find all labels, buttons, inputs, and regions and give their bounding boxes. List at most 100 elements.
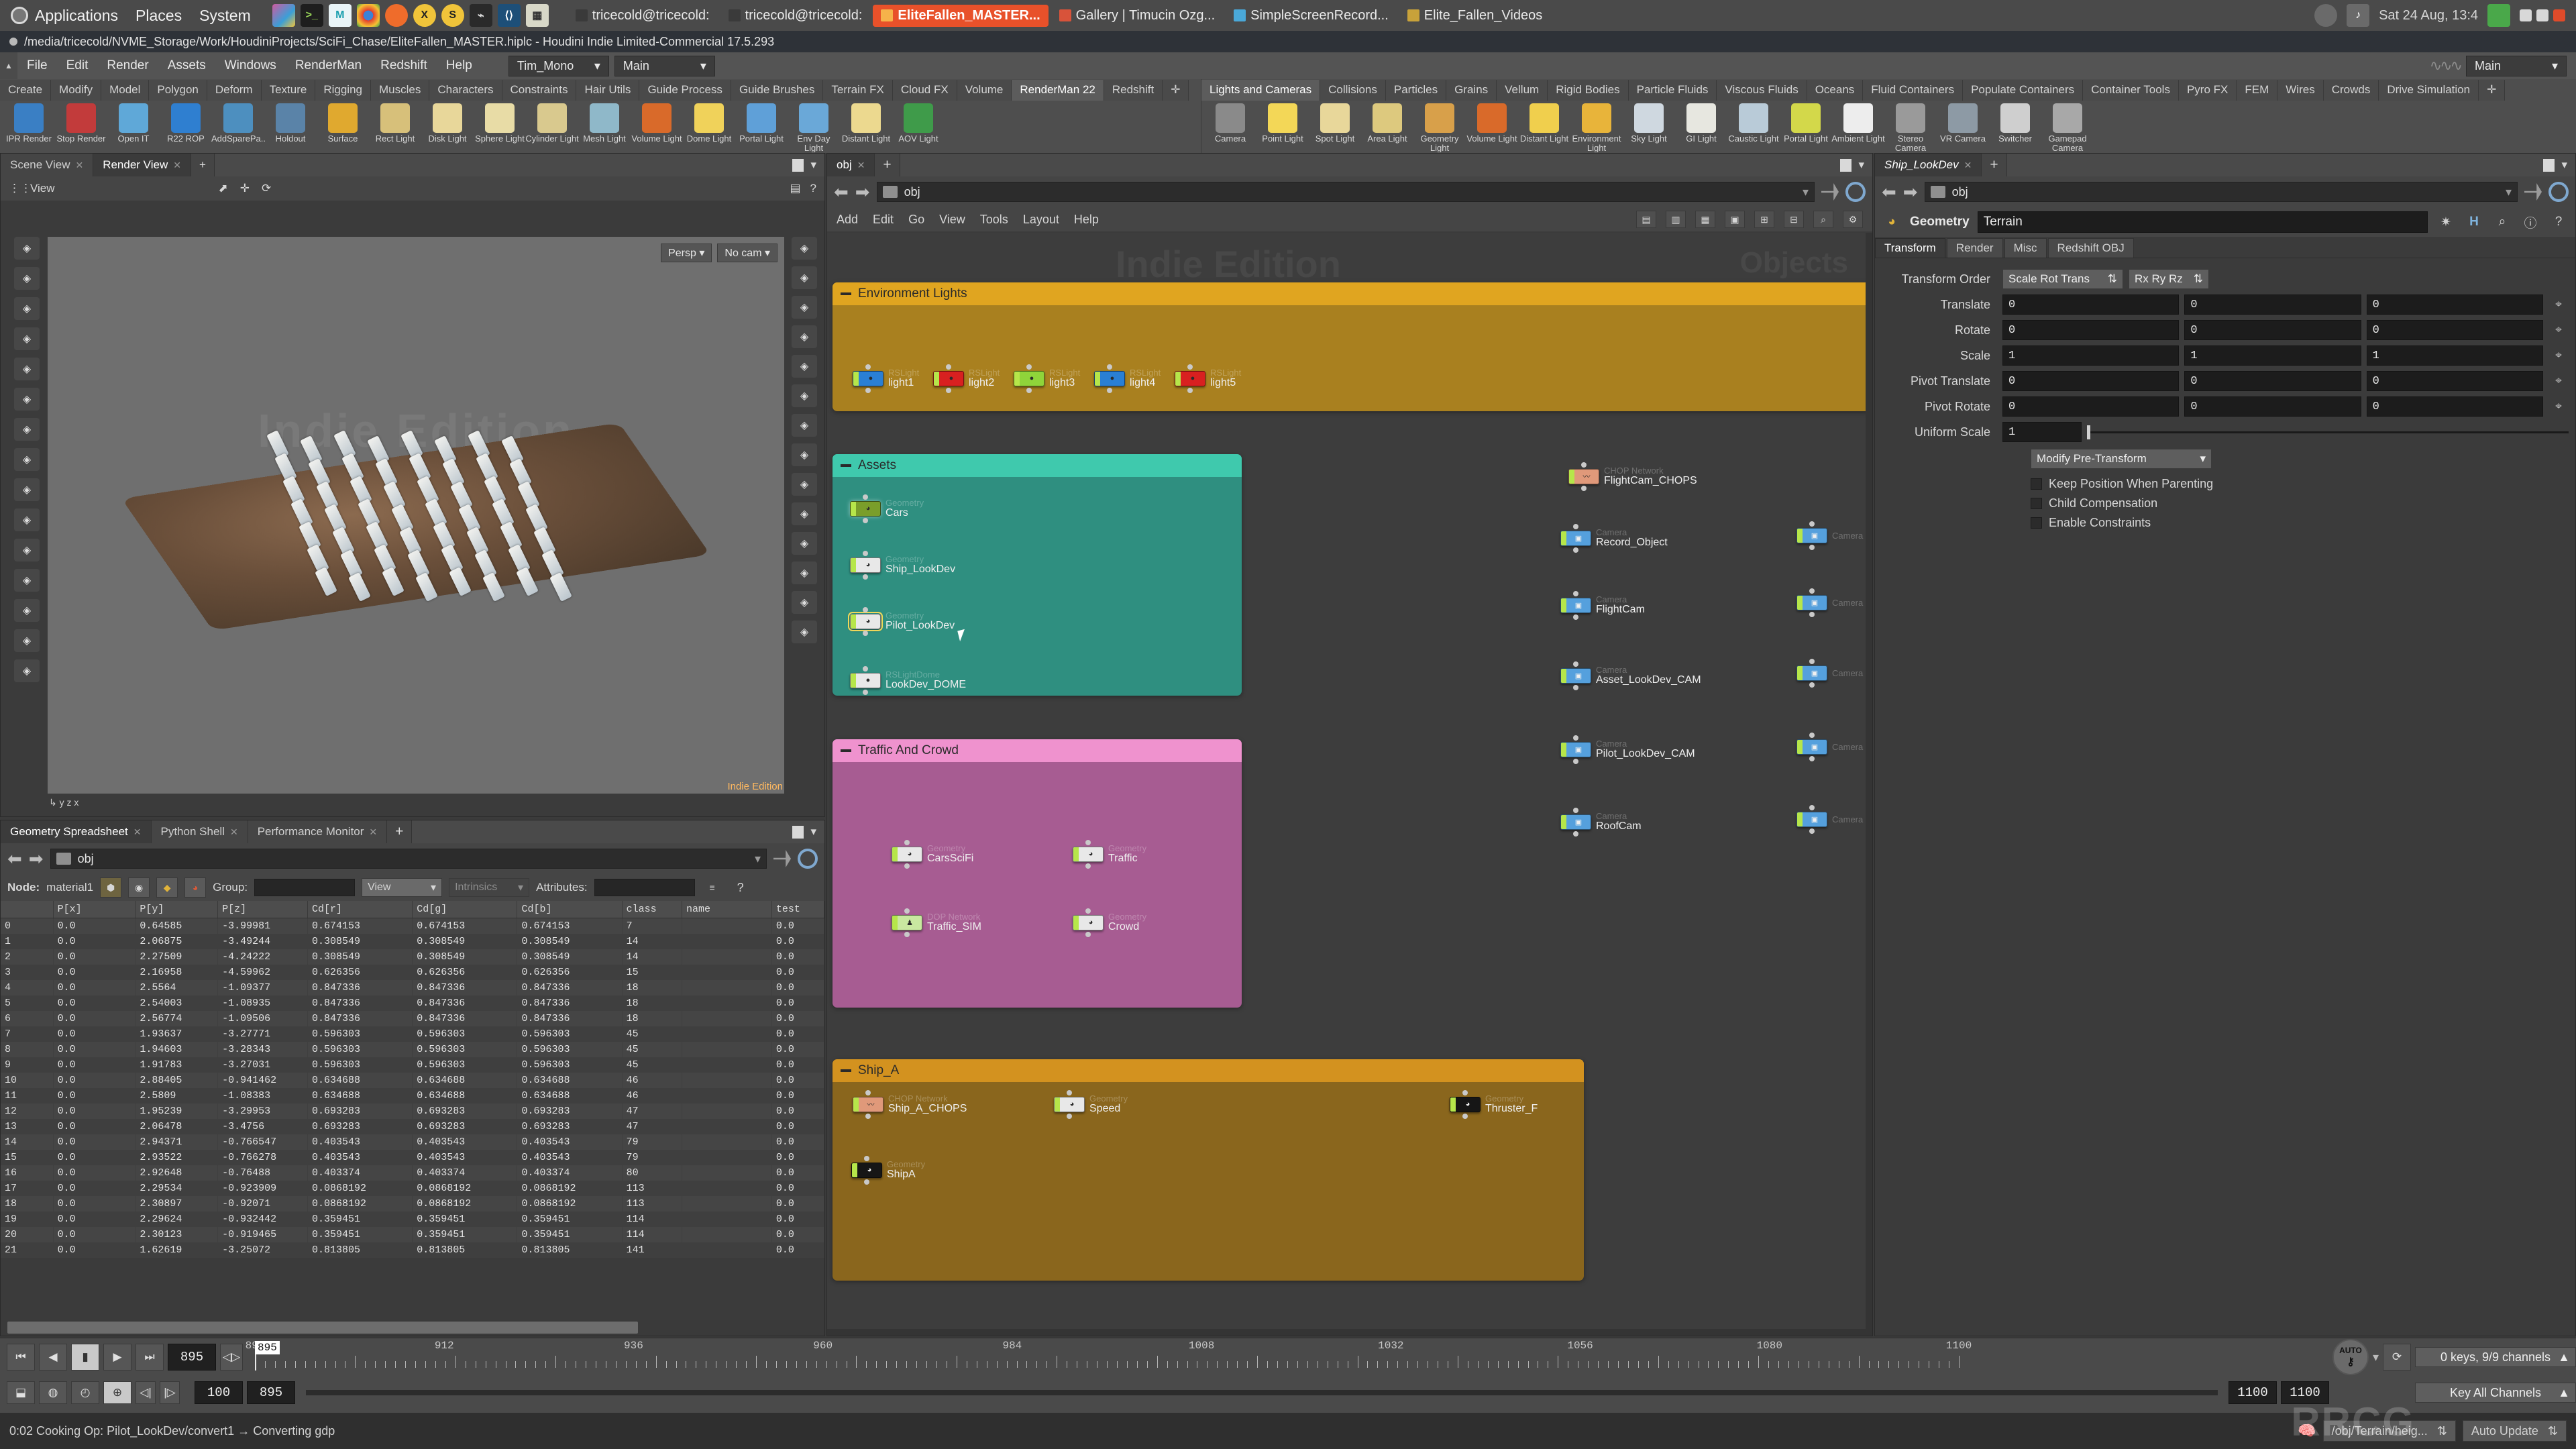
display-icon[interactable]: ◈	[792, 237, 817, 260]
node-input-connector[interactable]	[863, 550, 868, 556]
window-task[interactable]: tricecold@tricecold:	[568, 5, 718, 27]
node-display-flag[interactable]	[1561, 531, 1566, 545]
node-body[interactable]: ▣	[1796, 733, 1827, 761]
network-menu-add[interactable]: Add	[837, 213, 858, 227]
chevron-down-icon[interactable]: ▾	[755, 852, 761, 866]
table-row[interactable]: 10 0.0 2.88405 -0.941462 0.634688 0.634688 0.6…	[1, 1073, 824, 1088]
tab-performance-monitor[interactable]: Performance Monitor ✕	[248, 820, 388, 843]
node-body[interactable]: ▣	[1560, 661, 1591, 690]
shelf-tool-portal-light[interactable]: Portal Light	[1780, 101, 1832, 144]
scale-gizmo-icon[interactable]: ⌖	[2548, 345, 2569, 366]
node-input-connector[interactable]	[1573, 807, 1578, 813]
add-tab-button[interactable]: +	[875, 154, 900, 176]
layout-selector[interactable]: Main ▾	[2466, 55, 2567, 76]
shelf-tool-camera[interactable]: Camera	[1204, 101, 1256, 144]
column-header[interactable]: Cd[r]	[307, 901, 413, 918]
add-shelf-tab-button[interactable]: ✛	[2479, 80, 2506, 101]
shelf-tool-surface[interactable]: Surface	[317, 101, 369, 144]
network-node[interactable]: ▣ Camera	[1796, 805, 1863, 834]
network-menu-layout[interactable]: Layout	[1023, 213, 1059, 227]
node-body[interactable]: ▣	[1796, 521, 1827, 550]
node-display-flag[interactable]	[1797, 740, 1803, 754]
node-display-flag[interactable]	[853, 371, 859, 386]
node-input-connector[interactable]	[863, 606, 868, 612]
chevron-down-icon[interactable]: ▾	[2373, 1350, 2379, 1364]
table-row[interactable]: 0 0.0 0.64585 -3.99981 0.674153 0.674153 0.674…	[1, 918, 824, 934]
uniform-scale-slider[interactable]	[2087, 425, 2569, 439]
network-node[interactable]: ◕ Geometry Speed	[1054, 1089, 1128, 1119]
shelf-tool-cylinder-light[interactable]: Cylinder Light	[525, 101, 579, 144]
collapse-icon[interactable]	[841, 1069, 851, 1072]
node-output-connector[interactable]	[1573, 614, 1578, 620]
badge-camera[interactable]: No cam ▾	[717, 244, 777, 262]
node-display-flag[interactable]	[1797, 666, 1803, 680]
columns-view-icon[interactable]: ▥	[1666, 211, 1686, 228]
node-body[interactable]: ▣	[1560, 523, 1591, 553]
network-box-header[interactable]: Ship_A	[833, 1059, 1584, 1082]
back-icon[interactable]: ⬅	[7, 849, 22, 869]
shelf-tab-wires[interactable]: Wires	[2277, 80, 2324, 101]
node-input-connector[interactable]	[1809, 805, 1815, 810]
auto-key-toggle-button[interactable]: ⊕	[103, 1381, 131, 1404]
node-input-connector[interactable]	[1573, 590, 1578, 596]
add-tab-button[interactable]: +	[1982, 154, 2007, 176]
tab-transform[interactable]: Transform	[1875, 238, 1945, 258]
onion-skin-button[interactable]: ◴	[71, 1381, 99, 1404]
parameter-field[interactable]: 0	[2184, 294, 2361, 315]
node-input-connector[interactable]	[1187, 364, 1193, 370]
timeline-ruler[interactable]: 89591293696098410081032105610801100895	[246, 1340, 2328, 1375]
node-name-input[interactable]: Terrain	[1977, 211, 2428, 233]
network-node[interactable]: ◕ Geometry Cars	[850, 494, 924, 523]
parameters-path-input[interactable]: obj ▾	[1924, 182, 2518, 202]
shelf-tool-environment-light[interactable]: Environment Light	[1570, 101, 1623, 152]
shelf-tab-rigging[interactable]: Rigging	[315, 80, 371, 101]
forward-icon[interactable]: ➡	[855, 182, 870, 203]
node-output-connector[interactable]	[1581, 485, 1587, 491]
info-icon[interactable]: ⓘ	[2520, 212, 2540, 232]
shelf-tab-drive-simulation[interactable]: Drive Simulation	[2379, 80, 2479, 101]
close-icon[interactable]: ✕	[133, 826, 142, 838]
shelf-tool-disk-light[interactable]: Disk Light	[421, 101, 474, 144]
node-body[interactable]: ◕	[1054, 1089, 1085, 1119]
node-display-flag[interactable]	[1073, 847, 1079, 861]
node-output-connector[interactable]	[865, 1113, 871, 1119]
maximize-pane-icon[interactable]	[792, 158, 804, 172]
shelf-tool-sphere-light[interactable]: Sphere Light	[474, 101, 526, 144]
forward-icon[interactable]: ➡	[29, 849, 44, 869]
table-row[interactable]: 5 0.0 2.54003 -1.08935 0.847336 0.847336 0.847…	[1, 996, 824, 1011]
menu-assets[interactable]: Assets	[158, 52, 215, 79]
key-all-channels-bar[interactable]: Key All Channels ▲	[2415, 1383, 2576, 1403]
menu-applications[interactable]: Applications	[35, 7, 118, 25]
network-menu-go[interactable]: Go	[908, 213, 924, 227]
menu-edit[interactable]: Edit	[57, 52, 98, 79]
shelf-tool-holdout[interactable]: Holdout	[264, 101, 317, 144]
node-input-connector[interactable]	[865, 1089, 871, 1095]
select-icon[interactable]: ◈	[14, 237, 40, 260]
node-output-connector[interactable]	[863, 517, 868, 523]
shelf-tab-terrain-fx[interactable]: Terrain FX	[823, 80, 893, 101]
step-forward-button[interactable]: ▶	[103, 1344, 131, 1371]
node-display-flag[interactable]	[851, 673, 856, 688]
network-node[interactable]: ● RSLight light3	[1014, 364, 1080, 393]
close-icon[interactable]: ✕	[173, 160, 181, 171]
node-display-flag[interactable]	[851, 557, 856, 572]
lock-icon[interactable]: ◈	[14, 358, 40, 380]
shelf-tab-characters[interactable]: Characters	[429, 80, 502, 101]
material-icon[interactable]: ◈	[792, 325, 817, 348]
snap-icon[interactable]: ⊞	[1754, 211, 1774, 228]
node-output-connector[interactable]	[863, 630, 868, 636]
table-row[interactable]: 16 0.0 2.92648 -0.76488 0.403374 0.403374 0.40…	[1, 1165, 824, 1181]
forward-icon[interactable]: ➡	[1903, 182, 1918, 203]
shelf-tab-renderman-22[interactable]: RenderMan 22	[1012, 80, 1104, 101]
table-row[interactable]: 1 0.0 2.06875 -3.49244 0.308549 0.308549 0.308…	[1, 934, 824, 949]
update-mode-selector[interactable]: Auto Update ⇅	[2462, 1420, 2567, 1442]
minimize-button[interactable]	[2520, 9, 2532, 21]
parameter-field[interactable]: 0	[2002, 396, 2180, 417]
network-node[interactable]: ▣ Camera Asset_LookDev_CAM	[1560, 661, 1701, 690]
network-node[interactable]: ● RSLight light5	[1175, 364, 1241, 393]
shelf-tab-lights-and-cameras[interactable]: Lights and Cameras	[1201, 80, 1321, 101]
shelf-tab-pyro-fx[interactable]: Pyro FX	[2178, 80, 2237, 101]
maximize-pane-icon[interactable]	[1840, 158, 1852, 172]
node-input-connector[interactable]	[1067, 1089, 1072, 1095]
pivot-icon[interactable]: ◈	[792, 443, 817, 466]
